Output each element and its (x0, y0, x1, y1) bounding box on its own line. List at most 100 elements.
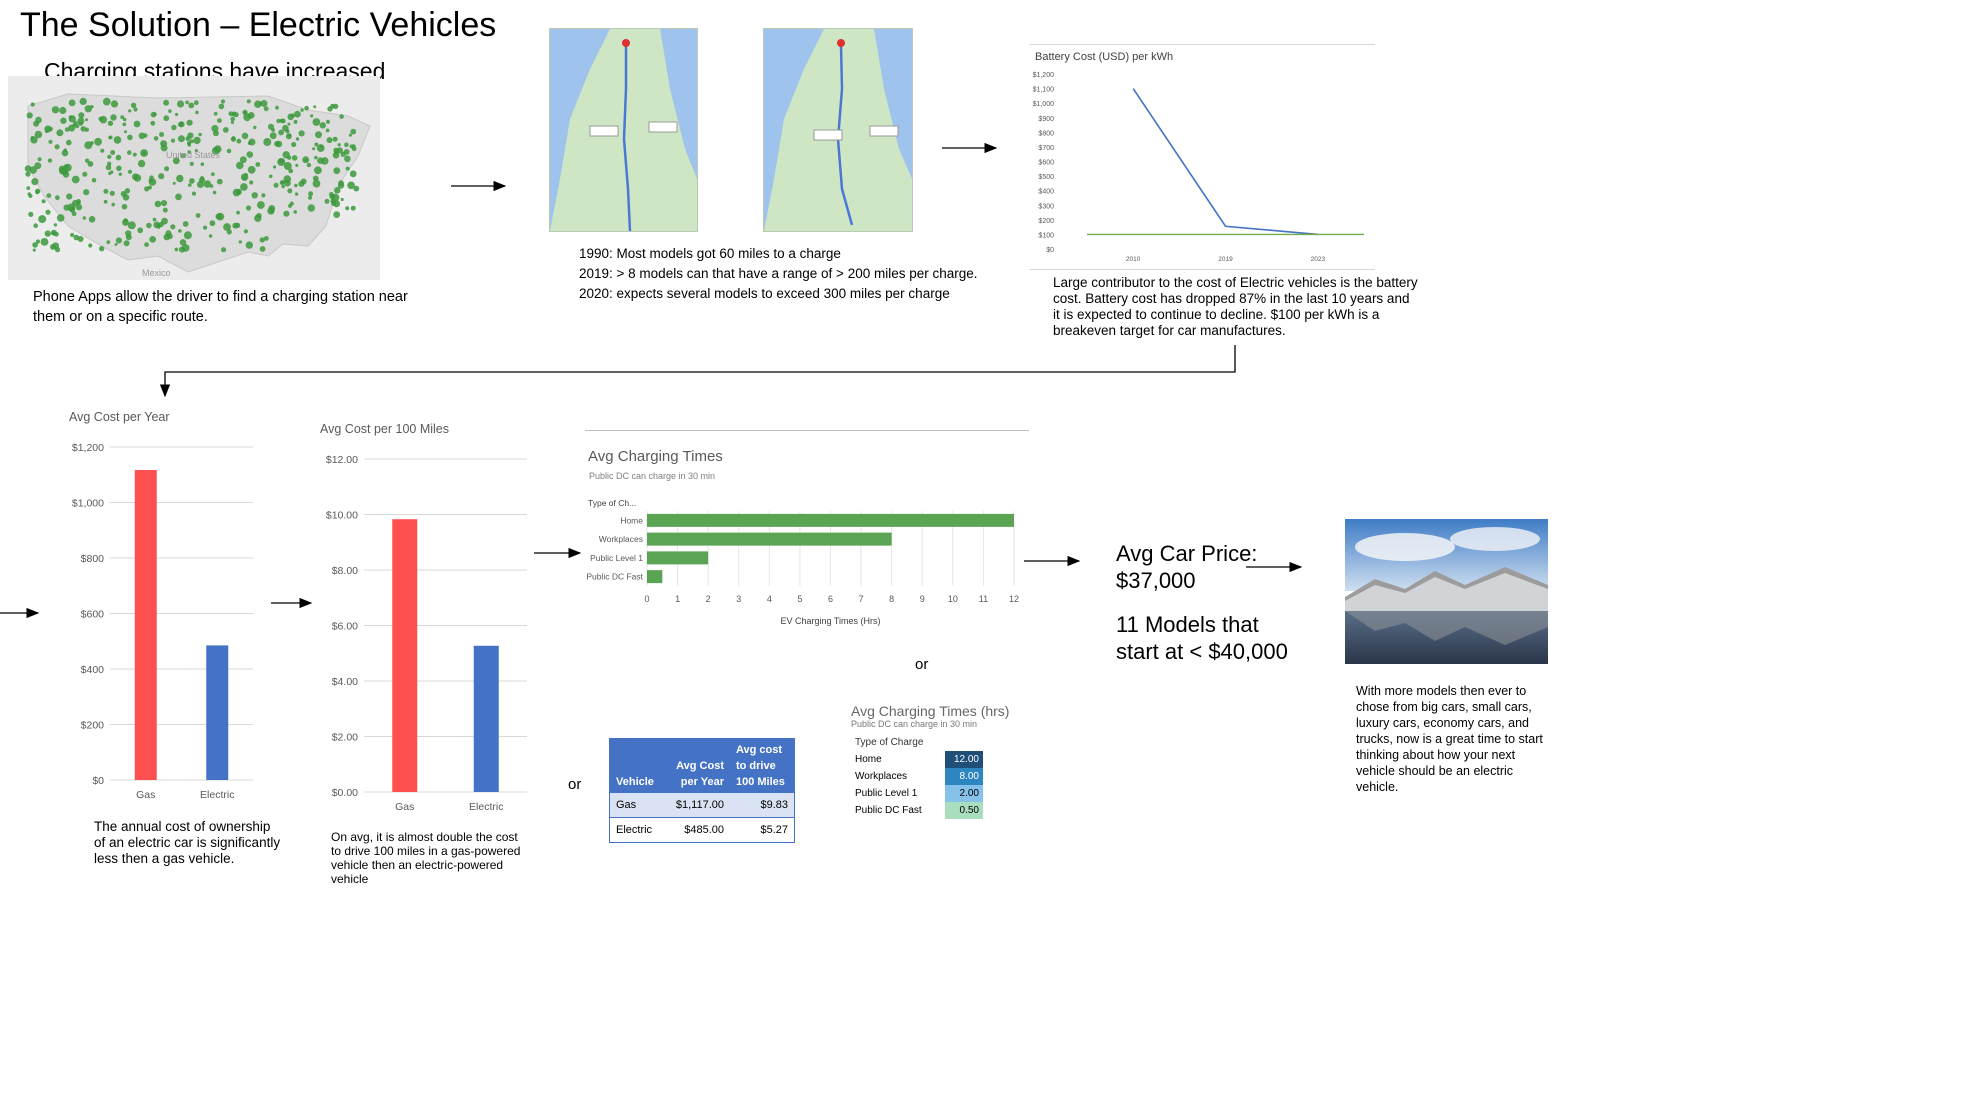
table-cell: $485.00 (659, 817, 730, 842)
cost-table: Vehicle Avg Cost per Year Avg cost to dr… (609, 738, 795, 843)
range-facts: 1990: Most models got 60 miles to a char… (579, 244, 978, 304)
range-fact-2020: 2020: expects several models to exceed 3… (579, 286, 950, 301)
y-tick-label: $800 (81, 553, 105, 565)
price-line-3: 11 Models that (1116, 612, 1259, 637)
charging-heat-table: Avg Charging Times (hrs) Public DC can c… (851, 703, 1021, 819)
x-tick-label: 10 (948, 594, 958, 604)
y-tick-label: $400 (81, 664, 105, 676)
y-tick-label: $100 (1038, 232, 1054, 239)
x-tick-label: 6 (828, 594, 833, 604)
chart-title: Avg Cost per Year (69, 410, 170, 424)
y-tick-label: $4.00 (332, 676, 358, 688)
bar-home (647, 513, 1014, 527)
price-block: Avg Car Price: $37,000 11 Models that st… (1116, 540, 1288, 665)
table-cell: Electric (610, 817, 660, 842)
y-tick-label: $10.00 (326, 510, 358, 522)
x-tick-label: Gas (136, 789, 155, 801)
bar-public-dc-fast (647, 570, 663, 584)
y-tick-label: $500 (1038, 174, 1054, 181)
x-tick-label: 2023 (1311, 256, 1326, 263)
annual-cost-chart: Avg Cost per Year $0 $200 $400 $600 $800 $1,00… (60, 400, 270, 810)
miles-cost-chart: Avg Cost per 100 Miles $0.00 $2.00 $4.00 $6.… (312, 412, 532, 822)
x-tick-label: 12 (1009, 594, 1019, 604)
y-tick-label: $0 (1046, 247, 1054, 254)
x-tick-label: 4 (767, 594, 772, 604)
x-tick-label: 2010 (1126, 256, 1141, 263)
x-tick-label: 9 (920, 594, 925, 604)
x-tick-label: 7 (859, 594, 864, 604)
y-tick-label: $6.00 (332, 621, 358, 633)
heat-cell-value: 12.00 (945, 751, 983, 768)
y-tick-label: $8.00 (332, 565, 358, 577)
price-line-1: Avg Car Price: (1116, 541, 1258, 566)
table-row: Public Level 1 2.00 (851, 785, 983, 802)
y-tick-label: $800 (1038, 130, 1054, 137)
x-tick-label: 8 (889, 594, 894, 604)
price-line-4: start at < $40,000 (1116, 639, 1288, 664)
table-cell: Gas (610, 793, 660, 818)
route-map-2 (763, 28, 913, 232)
chart-title: Avg Cost per 100 Miles (320, 422, 449, 436)
y-tick-label: Workplaces (599, 534, 643, 544)
y-tick-label: $1,100 (1033, 87, 1055, 94)
x-tick-label: Gas (395, 801, 414, 813)
table-cell: $5.27 (729, 817, 794, 842)
price-line-2: $37,000 (1116, 568, 1196, 593)
y-tick-label: $1,000 (72, 498, 104, 510)
or-label-2: or (568, 776, 582, 793)
y-tick-label: Home (620, 515, 643, 525)
y-tick-label: $700 (1038, 145, 1054, 152)
x-tick-label: Electric (200, 789, 234, 801)
y-tick-label: $200 (81, 720, 105, 732)
arrow-battery-to-annual (159, 345, 1236, 398)
route-map-2-graphic (764, 29, 912, 231)
miles-note: On avg, it is almost double the cost to … (331, 830, 521, 886)
x-tick-label: 2 (706, 594, 711, 604)
chart-title: Avg Charging Times (588, 448, 723, 465)
axis-header: Type of Ch... (588, 498, 636, 508)
heat-cell-label: Workplaces (855, 771, 908, 782)
annual-cost-chart-svg: Avg Cost per Year $0 $200 $400 $600 $800 $1,00… (69, 410, 253, 801)
y-tick-label: $1,000 (1033, 101, 1055, 108)
x-axis-label: EV Charging Times (Hrs) (780, 616, 880, 626)
bar-public-level-1 (647, 551, 709, 565)
annual-note: The annual cost of ownership of an elect… (94, 819, 281, 866)
y-tick-label: $1,200 (1033, 72, 1055, 79)
table-row: Home 12.00 (851, 751, 983, 768)
y-tick-label: $600 (1038, 160, 1054, 167)
y-tick-label: Public DC Fast (586, 572, 643, 582)
table-cell: $9.83 (729, 793, 794, 818)
heat-cell-value: 8.00 (945, 768, 983, 785)
table-row: Public DC Fast 0.50 (851, 802, 983, 819)
heat-table-subtitle: Public DC can charge in 30 min (851, 719, 978, 729)
heat-cell-value: 0.50 (945, 802, 983, 819)
x-tick-label: 11 (979, 594, 988, 604)
y-tick-label: $600 (81, 609, 105, 621)
x-tick-label: 1 (675, 594, 680, 604)
table-row: Workplaces 8.00 (851, 768, 983, 785)
y-tick-label: Public Level 1 (590, 553, 643, 563)
x-tick-label: 5 (797, 594, 802, 604)
battery-chart: Battery Cost (USD) per kWh $0 $100 $200 $300… (1029, 44, 1375, 270)
battery-chart-svg: Battery Cost (USD) per kWh $0 $100 $200 $300… (1033, 51, 1364, 263)
table-cell: $1,117.00 (659, 793, 730, 818)
heat-cell-label: Public DC Fast (855, 805, 922, 816)
range-fact-1990: 1990: Most models got 60 miles to a char… (579, 246, 841, 261)
landscape-photo (1345, 519, 1548, 664)
heat-cell-label: Home (855, 754, 882, 765)
x-tick-label: 0 (644, 594, 649, 604)
x-tick-label: 2019 (1218, 256, 1233, 263)
heat-table-title: Avg Charging Times (hrs) (851, 703, 1010, 719)
y-tick-label: $200 (1038, 218, 1054, 225)
table-row: Electric $485.00 $5.27 (610, 817, 794, 842)
chart-subtitle: Public DC can charge in 30 min (589, 471, 715, 481)
table-row: Gas $1,117.00 $9.83 (610, 793, 794, 818)
y-tick-label: $0.00 (332, 787, 358, 799)
y-tick-label: $2.00 (332, 732, 358, 744)
y-tick-label: $300 (1038, 203, 1054, 210)
x-tick-label: Electric (469, 801, 503, 813)
bar-electric (473, 645, 499, 792)
bar-electric (206, 645, 229, 780)
cost-table-header-vehicle: Vehicle (610, 739, 660, 793)
heat-table-header: Type of Charge (855, 737, 924, 748)
